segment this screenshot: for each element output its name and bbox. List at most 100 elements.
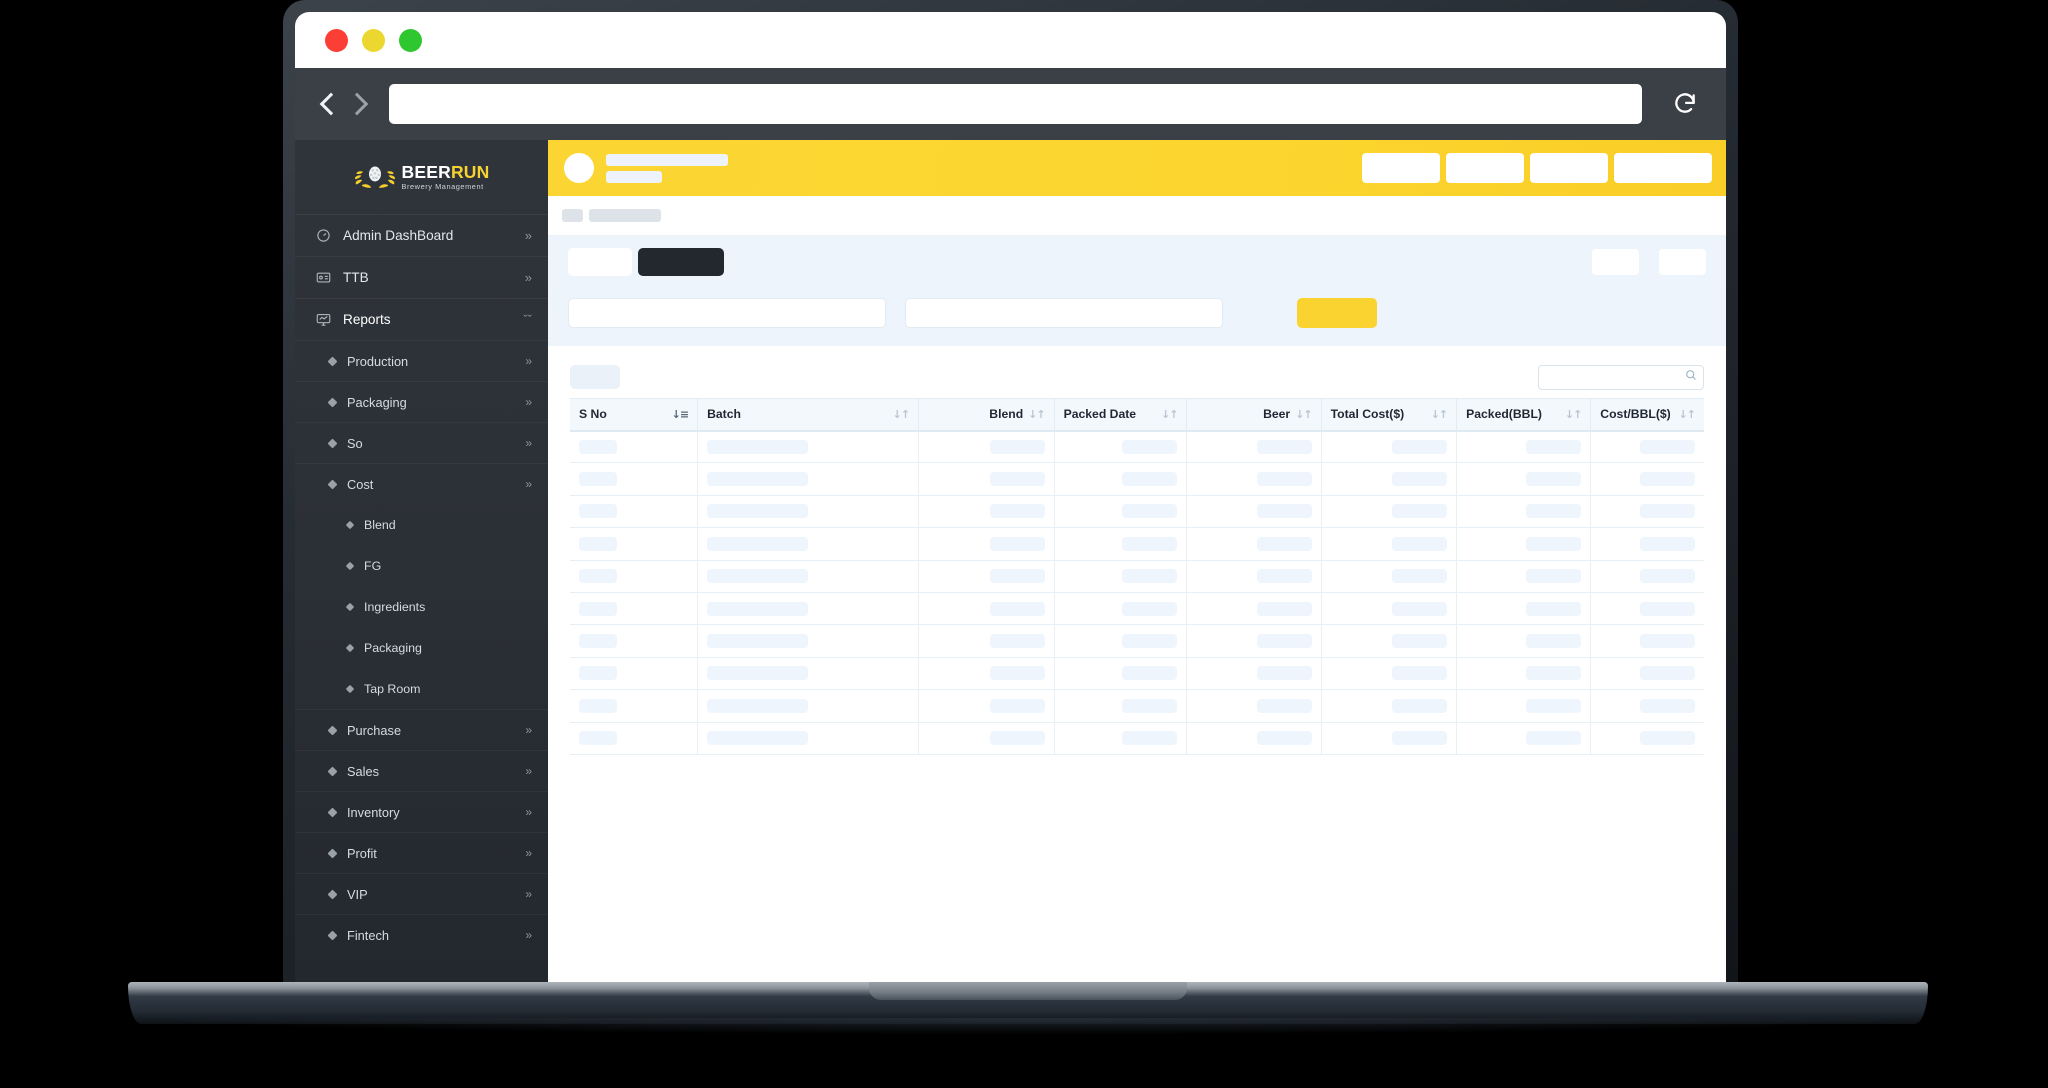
diamond-bullet-icon xyxy=(327,438,338,448)
sidebar-item-profit[interactable]: Profit » xyxy=(295,832,548,873)
skeleton-placeholder xyxy=(1392,536,1448,551)
browser-toolbar xyxy=(295,68,1726,140)
maximize-window-button[interactable] xyxy=(399,28,422,52)
cell-packed-date xyxy=(1054,722,1188,755)
sidebar-item-tap-room[interactable]: Tap Room xyxy=(295,668,548,709)
cell-batch xyxy=(697,592,920,626)
app-logo[interactable]: BEERRUN Brewery Management xyxy=(295,140,548,214)
sidebar-item-sales[interactable]: Sales » xyxy=(295,750,548,791)
table-header: S No ↓≡ Batch ↓↑ Blend ↓↑ Packed Date ↓↑… xyxy=(570,398,1704,432)
toolbar-button-1[interactable] xyxy=(1592,249,1639,275)
tab-option-1[interactable] xyxy=(568,248,632,276)
chevron-right-double-icon: » xyxy=(525,764,532,778)
table-row[interactable] xyxy=(570,624,1704,658)
skeleton-placeholder xyxy=(989,472,1045,487)
table-row[interactable] xyxy=(570,657,1704,691)
table-row[interactable] xyxy=(570,592,1704,626)
sort-toggle-icon[interactable]: ↓↑ xyxy=(1431,409,1448,420)
cell-packed-date xyxy=(1054,495,1188,529)
sidebar-item-label: TTB xyxy=(343,270,369,285)
filter-field-1[interactable] xyxy=(568,298,886,328)
column-header-s-no[interactable]: S No ↓≡ xyxy=(570,398,699,432)
sidebar-item-ttb[interactable]: TTB » xyxy=(295,256,548,298)
minimize-window-button[interactable] xyxy=(362,28,385,52)
header-action-button-1[interactable] xyxy=(1362,153,1440,183)
column-header-total-cost[interactable]: Total Cost($) ↓↑ xyxy=(1321,398,1458,432)
cell-cost-bbl xyxy=(1590,624,1704,658)
column-header-packed-date[interactable]: Packed Date ↓↑ xyxy=(1054,398,1188,432)
skeleton-placeholder xyxy=(1526,698,1582,713)
table-row[interactable] xyxy=(570,527,1704,561)
sidebar-item-packaging-cost[interactable]: Packaging xyxy=(295,627,548,668)
sort-asc-icon[interactable]: ↓≡ xyxy=(672,409,689,420)
url-input[interactable] xyxy=(389,84,1642,124)
table-length-select[interactable] xyxy=(570,365,620,389)
monitor-chart-icon xyxy=(313,312,333,327)
sort-toggle-icon[interactable]: ↓↑ xyxy=(1161,409,1178,420)
skeleton-placeholder xyxy=(1122,601,1178,616)
close-window-button[interactable] xyxy=(325,28,348,52)
cell-batch xyxy=(697,462,920,496)
header-action-button-4[interactable] xyxy=(1614,153,1712,183)
content-area: S No ↓≡ Batch ↓↑ Blend ↓↑ Packed Date ↓↑… xyxy=(548,140,1726,986)
table-row[interactable] xyxy=(570,495,1704,529)
sidebar-item-production[interactable]: Production » xyxy=(295,340,548,381)
sidebar-item-label: FG xyxy=(364,558,382,573)
header-action-button-3[interactable] xyxy=(1530,153,1608,183)
table-row[interactable] xyxy=(570,430,1704,464)
skeleton-placeholder xyxy=(1392,472,1448,487)
cell-s-no xyxy=(570,592,699,626)
cell-blend xyxy=(918,592,1055,626)
sort-toggle-icon[interactable]: ↓↑ xyxy=(893,409,910,420)
sort-toggle-icon[interactable]: ↓↑ xyxy=(1679,409,1696,420)
column-header-batch[interactable]: Batch ↓↑ xyxy=(697,398,920,432)
sidebar-item-blend[interactable]: Blend xyxy=(295,504,548,545)
sidebar-item-fg[interactable]: FG xyxy=(295,545,548,586)
header-action-button-2[interactable] xyxy=(1446,153,1524,183)
cell-packed-date xyxy=(1054,462,1188,496)
avatar[interactable] xyxy=(564,153,594,183)
sort-toggle-icon[interactable]: ↓↑ xyxy=(1295,409,1312,420)
table-row[interactable] xyxy=(570,560,1704,593)
reload-icon[interactable] xyxy=(1666,85,1704,123)
chevron-left-icon[interactable] xyxy=(319,92,343,116)
sidebar-item-label: Sales xyxy=(347,763,380,779)
toolbar-button-2[interactable] xyxy=(1659,249,1706,275)
sidebar-item-so[interactable]: So » xyxy=(295,422,548,463)
table-row[interactable] xyxy=(570,689,1704,723)
column-header-cost-bbl[interactable]: Cost/BBL($) ↓↑ xyxy=(1590,398,1704,432)
cell-packed-date xyxy=(1054,657,1188,691)
table-row[interactable] xyxy=(570,462,1704,496)
chevron-right-icon[interactable] xyxy=(345,92,369,116)
sidebar-item-reports[interactable]: Reports ˇˇ xyxy=(295,298,548,340)
user-role-placeholder xyxy=(606,170,662,183)
cell-blend xyxy=(918,430,1055,464)
skeleton-placeholder xyxy=(1122,731,1178,746)
sidebar-item-ingredients[interactable]: Ingredients xyxy=(295,586,548,627)
cell-packed-bbl xyxy=(1456,592,1592,626)
skeleton-placeholder xyxy=(1256,536,1312,551)
sidebar-item-purchase[interactable]: Purchase » xyxy=(295,709,548,750)
sidebar-item-inventory[interactable]: Inventory » xyxy=(295,791,548,832)
filter-field-2[interactable] xyxy=(905,298,1223,328)
sidebar-item-fintech[interactable]: Fintech » xyxy=(295,914,548,955)
column-header-beer[interactable]: Beer ↓↑ xyxy=(1186,398,1322,432)
breadcrumb-item-1[interactable] xyxy=(562,209,583,222)
sidebar-item-cost[interactable]: Cost » xyxy=(295,463,548,504)
cell-blend xyxy=(918,722,1055,755)
table-row[interactable] xyxy=(570,722,1704,755)
sidebar-item-vip[interactable]: VIP » xyxy=(295,873,548,914)
filter-submit-button[interactable] xyxy=(1297,298,1377,328)
sidebar-item-admin-dashboard[interactable]: Admin DashBoard » xyxy=(295,214,548,256)
cell-blend xyxy=(918,462,1055,496)
cell-packed-date xyxy=(1054,430,1188,464)
table-header-row: S No ↓≡ Batch ↓↑ Blend ↓↑ Packed Date ↓↑… xyxy=(570,398,1704,432)
search-input[interactable] xyxy=(1538,364,1704,390)
sidebar-item-packaging[interactable]: Packaging » xyxy=(295,381,548,422)
column-header-packed-bbl[interactable]: Packed(BBL) ↓↑ xyxy=(1456,398,1592,432)
breadcrumb-item-2[interactable] xyxy=(589,209,661,222)
tab-option-2-selected[interactable] xyxy=(638,248,724,276)
sort-toggle-icon[interactable]: ↓↑ xyxy=(1028,409,1045,420)
sort-toggle-icon[interactable]: ↓↑ xyxy=(1565,409,1582,420)
column-header-blend[interactable]: Blend ↓↑ xyxy=(918,398,1055,432)
